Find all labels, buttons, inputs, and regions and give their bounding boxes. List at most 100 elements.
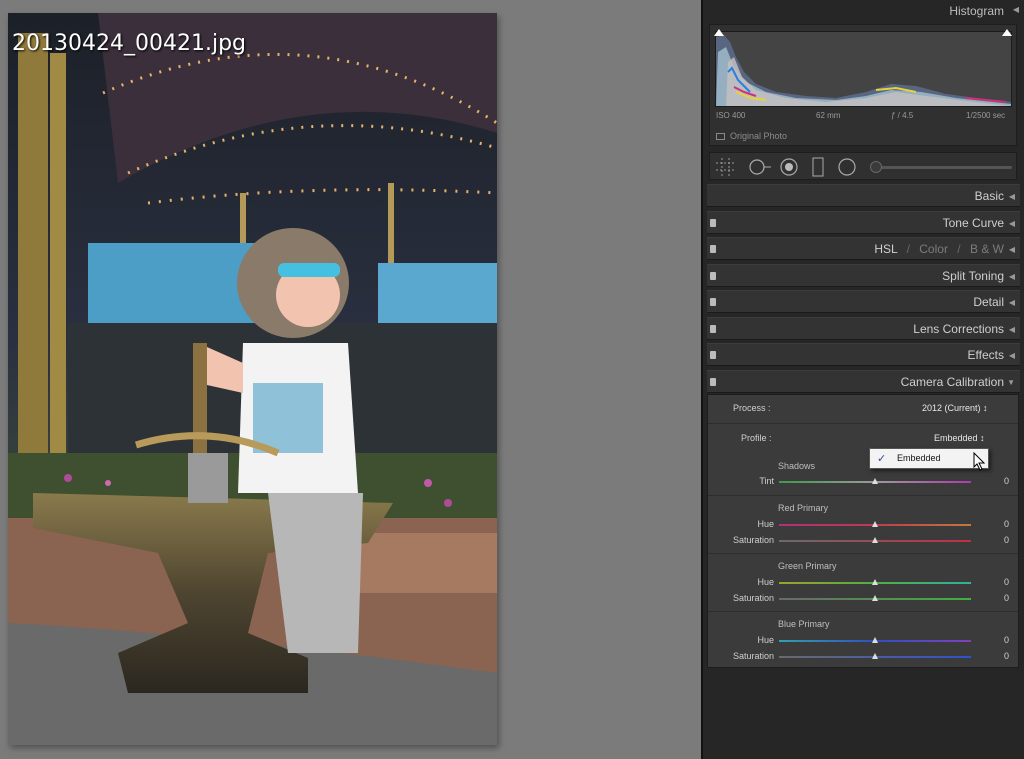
- highlight-clipping-icon[interactable]: [1002, 29, 1012, 36]
- divider: [708, 495, 1018, 496]
- panel-header-lens-corrections[interactable]: Lens Corrections ◀: [707, 317, 1020, 340]
- slider-thumb[interactable]: [872, 579, 878, 585]
- profile-option-embedded[interactable]: Embedded: [897, 453, 941, 463]
- panel-title-tone-curve: Tone Curve: [942, 216, 1004, 230]
- panel-switch-icon[interactable]: [710, 245, 716, 253]
- histogram-graph[interactable]: [715, 31, 1012, 107]
- histogram-panel: ISO 400 62 mm ƒ / 4.5 1/2500 sec Origina…: [709, 24, 1017, 146]
- blue-saturation-value[interactable]: 0: [997, 651, 1009, 661]
- shadows-group-title: Shadows: [778, 461, 816, 471]
- green-hue-label: Hue: [757, 577, 774, 587]
- panel-switch-icon[interactable]: [710, 378, 716, 386]
- green-hue-value[interactable]: 0: [997, 577, 1009, 587]
- panel-switch-icon[interactable]: [710, 272, 716, 280]
- red-saturation-value[interactable]: 0: [997, 535, 1009, 545]
- red-eye-icon[interactable]: [780, 158, 798, 176]
- photo-image: [8, 13, 497, 745]
- collapse-triangle-icon: ◀: [1008, 351, 1015, 360]
- collapse-triangle-icon: ◀: [1008, 272, 1015, 281]
- original-photo-toggle[interactable]: Original Photo: [716, 131, 787, 141]
- panel-header-tone-curve[interactable]: Tone Curve ◀: [707, 211, 1020, 234]
- collapse-triangle-icon: ◀: [1008, 219, 1015, 228]
- expand-triangle-icon: ▼: [1007, 378, 1015, 387]
- histogram-curve: [716, 35, 1011, 106]
- photo-canvas: 20130424_00421.jpg: [0, 0, 701, 759]
- tab-separator: /: [957, 242, 961, 256]
- collapse-triangle-icon: ◀: [1008, 325, 1015, 334]
- blue-saturation-label: Saturation: [732, 651, 774, 661]
- panel-title-basic: Basic: [974, 189, 1004, 203]
- histogram-title[interactable]: Histogram: [949, 4, 1004, 18]
- profile-select[interactable]: Embedded ↕: [934, 433, 985, 443]
- panel-title-detail: Detail: [973, 295, 1004, 309]
- divider: [708, 423, 1018, 424]
- tab-separator: /: [906, 242, 910, 256]
- divider: [708, 553, 1018, 554]
- adjustment-brush-icon[interactable]: [870, 161, 882, 173]
- panel-title-effects: Effects: [967, 348, 1004, 362]
- graduated-filter-icon[interactable]: [812, 157, 824, 177]
- profile-label: Profile :: [741, 433, 772, 443]
- tool-strip: [709, 152, 1017, 180]
- panel-header-effects[interactable]: Effects ◀: [707, 343, 1020, 366]
- process-select[interactable]: 2012 (Current) ↕: [922, 403, 988, 413]
- develop-right-panel: Histogram ◀ ISO 400 62 mm ƒ / 4.5 1/2500…: [701, 0, 1024, 759]
- profile-dropdown-menu: ✓ Embedded: [869, 448, 989, 469]
- camera-calibration-panel: Process : 2012 (Current) ↕ Profile : Emb…: [707, 394, 1019, 668]
- tool-slider-track[interactable]: [872, 166, 1012, 169]
- slider-thumb[interactable]: [872, 521, 878, 527]
- blue-hue-value[interactable]: 0: [997, 635, 1009, 645]
- collapse-triangle-icon: ◀: [1008, 192, 1015, 201]
- panel-switch-icon[interactable]: [710, 298, 716, 306]
- panel-switch-icon[interactable]: [710, 351, 716, 359]
- photo-filename: 20130424_00421.jpg: [12, 31, 246, 56]
- photo-preview[interactable]: 20130424_00421.jpg: [8, 13, 497, 745]
- slider-thumb[interactable]: [872, 653, 878, 659]
- collapse-triangle-icon: ◀: [1008, 298, 1015, 307]
- green-primary-group-title: Green Primary: [778, 561, 837, 571]
- panel-header-detail[interactable]: Detail ◀: [707, 290, 1020, 313]
- slider-thumb[interactable]: [872, 478, 878, 484]
- tab-hsl[interactable]: HSL: [874, 242, 897, 256]
- collapse-triangle-icon[interactable]: ◀: [1013, 5, 1019, 14]
- red-primary-group-title: Red Primary: [778, 503, 829, 513]
- original-photo-label: Original Photo: [730, 131, 788, 141]
- slider-thumb[interactable]: [872, 537, 878, 543]
- shadows-tint-label: Tint: [759, 476, 774, 486]
- checkmark-icon: ✓: [877, 452, 887, 465]
- exif-focal-length: 62 mm: [816, 111, 841, 120]
- collapse-triangle-icon: ◀: [1008, 245, 1015, 254]
- divider: [708, 611, 1018, 612]
- process-label: Process :: [733, 403, 771, 413]
- red-hue-value[interactable]: 0: [997, 519, 1009, 529]
- tab-color[interactable]: Color: [919, 242, 948, 256]
- blue-primary-group-title: Blue Primary: [778, 619, 830, 629]
- radial-filter-icon[interactable]: [838, 158, 856, 176]
- green-saturation-value[interactable]: 0: [997, 593, 1009, 603]
- exif-aperture: ƒ / 4.5: [891, 111, 914, 120]
- exif-shutter: 1/2500 sec: [966, 111, 1006, 120]
- shadow-clipping-icon[interactable]: [714, 29, 724, 36]
- panel-title-lens-corrections: Lens Corrections: [913, 322, 1004, 336]
- panel-title-camera-calibration: Camera Calibration: [900, 375, 1004, 389]
- crop-grid-icon[interactable]: [716, 158, 736, 176]
- slider-thumb[interactable]: [872, 637, 878, 643]
- exif-iso: ISO 400: [716, 111, 746, 120]
- spot-removal-icon[interactable]: [748, 158, 772, 176]
- tab-bw[interactable]: B & W: [970, 242, 1004, 256]
- shadows-tint-value[interactable]: 0: [997, 476, 1009, 486]
- red-hue-label: Hue: [757, 519, 774, 529]
- panel-header-camera-calibration[interactable]: Camera Calibration ▼: [707, 370, 1020, 393]
- blue-hue-label: Hue: [757, 635, 774, 645]
- original-photo-checkbox-icon[interactable]: [716, 133, 725, 140]
- panel-switch-icon[interactable]: [710, 325, 716, 333]
- panel-header-hsl[interactable]: HSL / Color / B & W ◀: [707, 237, 1020, 260]
- panel-title-split-toning: Split Toning: [942, 269, 1004, 283]
- mouse-cursor-icon: [973, 452, 986, 471]
- panel-switch-icon[interactable]: [710, 219, 716, 227]
- slider-thumb[interactable]: [872, 595, 878, 601]
- panel-header-basic[interactable]: Basic ◀: [707, 184, 1020, 207]
- green-saturation-label: Saturation: [732, 593, 774, 603]
- red-saturation-label: Saturation: [732, 535, 774, 545]
- panel-header-split-toning[interactable]: Split Toning ◀: [707, 264, 1020, 287]
